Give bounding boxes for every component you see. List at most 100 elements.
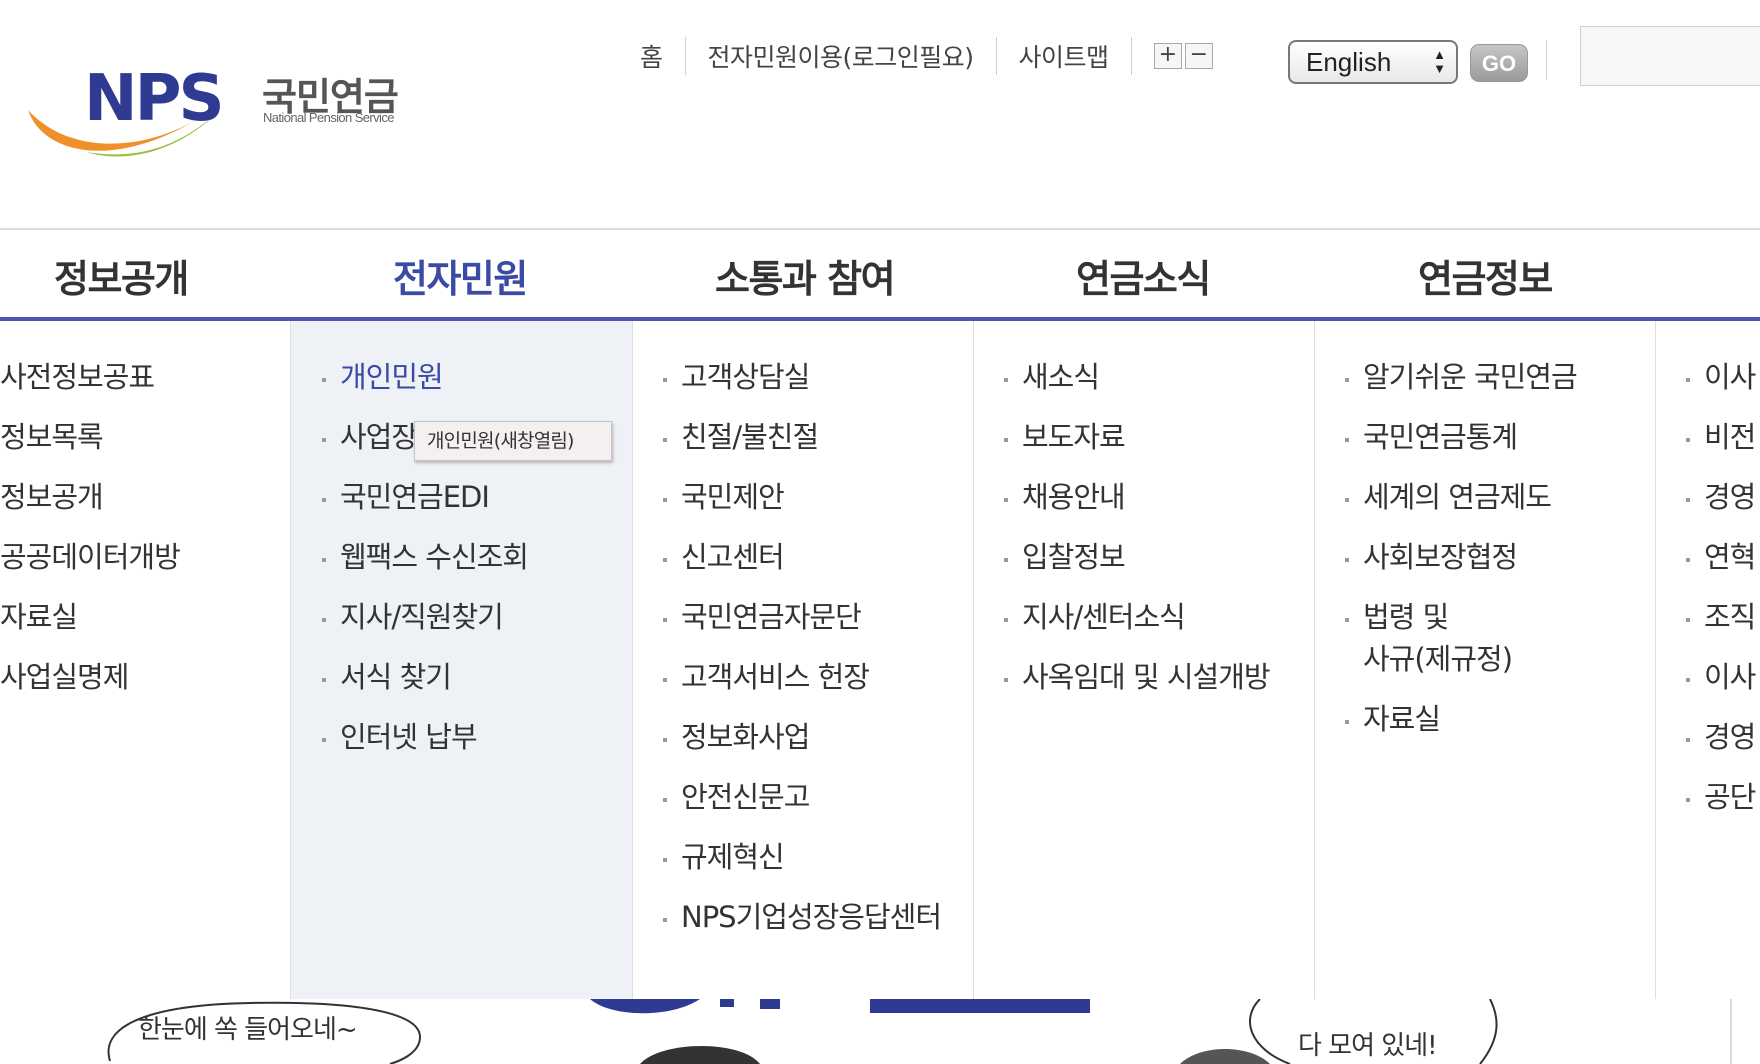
submenu-item[interactable]: 정보목록	[0, 417, 104, 458]
submenu-item[interactable]: 연혁	[1704, 537, 1756, 578]
submenu-item[interactable]: 입찰정보	[1022, 537, 1126, 578]
gnb-item-pension-info[interactable]: 연금정보	[1418, 248, 1553, 303]
e-civil-login-link[interactable]: 전자민원이용(로그인필요)	[708, 38, 975, 74]
zoom-out-button[interactable]: −	[1184, 43, 1213, 69]
submenu-item[interactable]: 경영	[1704, 717, 1756, 758]
bullet-icon	[663, 738, 667, 742]
bullet-icon	[663, 918, 667, 922]
submenu-item[interactable]: 사규(제규정)	[1363, 639, 1513, 680]
divider	[973, 321, 974, 999]
divider	[632, 321, 633, 999]
bullet-icon	[322, 558, 326, 562]
submenu-item[interactable]: 안전신문고	[681, 777, 810, 818]
home-link[interactable]: 홈	[640, 38, 663, 74]
bullet-icon	[1686, 798, 1690, 802]
submenu-item[interactable]: 정보화사업	[681, 717, 810, 758]
logo-name-en: National Pension Service	[263, 110, 394, 125]
submenu-item[interactable]: 지사/직원찾기	[340, 597, 504, 638]
submenu-item[interactable]: 규제혁신	[681, 837, 785, 878]
tooltip: 개인민원(새창열림)	[414, 421, 612, 461]
submenu-item[interactable]: 비전	[1704, 417, 1756, 458]
bullet-icon	[1004, 618, 1008, 622]
sitemap-link[interactable]: 사이트맵	[1019, 38, 1110, 74]
submenu-item[interactable]: 자료실	[0, 597, 78, 638]
submenu-item[interactable]: 고객상담실	[681, 357, 810, 398]
bullet-icon	[322, 378, 326, 382]
bullet-icon	[663, 618, 667, 622]
speech-bubble-left: 한눈에 쏙 들어오네~	[138, 1015, 358, 1045]
submenu-item[interactable]: 국민제안	[681, 477, 785, 518]
language-select[interactable]: English ▲ ▼	[1288, 40, 1458, 84]
bullet-icon	[322, 618, 326, 622]
bullet-icon	[1686, 618, 1690, 622]
submenu-item[interactable]: 신고센터	[681, 537, 785, 578]
mega-menu: 사전정보공표 정보목록 정보공개 공공데이터개방 자료실 사업실명제 개인민원 …	[0, 321, 1760, 999]
submenu-item[interactable]: 인터넷 납부	[340, 717, 478, 758]
submenu-item[interactable]: 고객서비스 헌장	[681, 657, 870, 698]
bullet-icon	[1004, 438, 1008, 442]
bullet-icon	[1686, 438, 1690, 442]
bullet-icon	[663, 438, 667, 442]
divider	[290, 321, 291, 999]
search-input[interactable]	[1580, 26, 1760, 86]
gnb-item-communication[interactable]: 소통과 참여	[715, 248, 896, 303]
divider	[1655, 321, 1656, 999]
main-banner: 한눈에 쏙 들어오네~ 다 모여 있네!	[0, 999, 1760, 1064]
submenu-item[interactable]: 알기쉬운 국민연금	[1363, 357, 1578, 398]
submenu-item[interactable]: NPS기업성장응답센터	[681, 897, 942, 938]
submenu-item-personal-civil[interactable]: 개인민원	[340, 357, 444, 398]
bullet-icon	[1345, 438, 1349, 442]
logo-mark: NPS	[84, 62, 225, 136]
select-arrows-icon: ▲ ▼	[1433, 47, 1446, 76]
submenu-item[interactable]: 국민연금EDI	[340, 477, 490, 518]
submenu-item[interactable]: 사업실명제	[0, 657, 129, 698]
submenu-item[interactable]: 이사	[1704, 657, 1756, 698]
bullet-icon	[1345, 618, 1349, 622]
submenu-item[interactable]: 채용안내	[1022, 477, 1126, 518]
submenu-item[interactable]: 경영	[1704, 477, 1756, 518]
submenu-item[interactable]: 법령 및	[1363, 597, 1449, 638]
submenu-item[interactable]: 사옥임대 및 시설개방	[1022, 657, 1271, 698]
bullet-icon	[1686, 738, 1690, 742]
submenu-item[interactable]: 서식 찾기	[340, 657, 452, 698]
language-select-value: English	[1306, 46, 1392, 77]
bullet-icon	[1004, 558, 1008, 562]
submenu-item[interactable]: 공공데이터개방	[0, 537, 181, 578]
submenu-item[interactable]: 이사	[1704, 357, 1756, 398]
submenu-item[interactable]: 보도자료	[1022, 417, 1126, 458]
bullet-icon	[663, 378, 667, 382]
divider	[995, 37, 997, 75]
bullet-icon	[1345, 558, 1349, 562]
gnb-item-e-civil[interactable]: 전자민원	[393, 248, 528, 303]
bullet-icon	[663, 798, 667, 802]
bullet-icon	[1686, 678, 1690, 682]
gnb-item-pension-news[interactable]: 연금소식	[1076, 248, 1211, 303]
submenu-item[interactable]: 자료실	[1363, 699, 1441, 740]
bullet-icon	[663, 558, 667, 562]
bullet-icon	[1686, 378, 1690, 382]
gnb-item-info-disclosure[interactable]: 정보공개	[54, 248, 189, 303]
submenu-item[interactable]: 사전정보공표	[0, 357, 155, 398]
submenu-item[interactable]: 조직	[1704, 597, 1756, 638]
bullet-icon	[1004, 378, 1008, 382]
submenu-item[interactable]: 지사/센터소식	[1022, 597, 1186, 638]
speech-bubble-right: 다 모여 있네!	[1298, 1031, 1438, 1061]
submenu-item[interactable]: 새소식	[1022, 357, 1100, 398]
submenu-item[interactable]: 정보공개	[0, 477, 104, 518]
text-zoom-controls: + −	[1153, 43, 1213, 69]
submenu-item[interactable]: 국민연금통계	[1363, 417, 1518, 458]
submenu-item[interactable]: 국민연금자문단	[681, 597, 862, 638]
go-button[interactable]: GO	[1470, 44, 1528, 82]
divider	[1546, 40, 1547, 80]
bullet-icon	[663, 678, 667, 682]
submenu-item[interactable]: 사회보장협정	[1363, 537, 1518, 578]
submenu-item[interactable]: 세계의 연금제도	[1363, 477, 1552, 518]
bullet-icon	[1345, 498, 1349, 502]
submenu-item[interactable]: 친절/불친절	[681, 417, 819, 458]
submenu-item[interactable]: 웹팩스 수신조회	[340, 537, 529, 578]
divider	[684, 37, 686, 75]
submenu-item-business[interactable]: 사업장	[340, 417, 418, 458]
zoom-in-button[interactable]: +	[1153, 43, 1182, 69]
bullet-icon	[1004, 498, 1008, 502]
submenu-item[interactable]: 공단	[1704, 777, 1756, 818]
